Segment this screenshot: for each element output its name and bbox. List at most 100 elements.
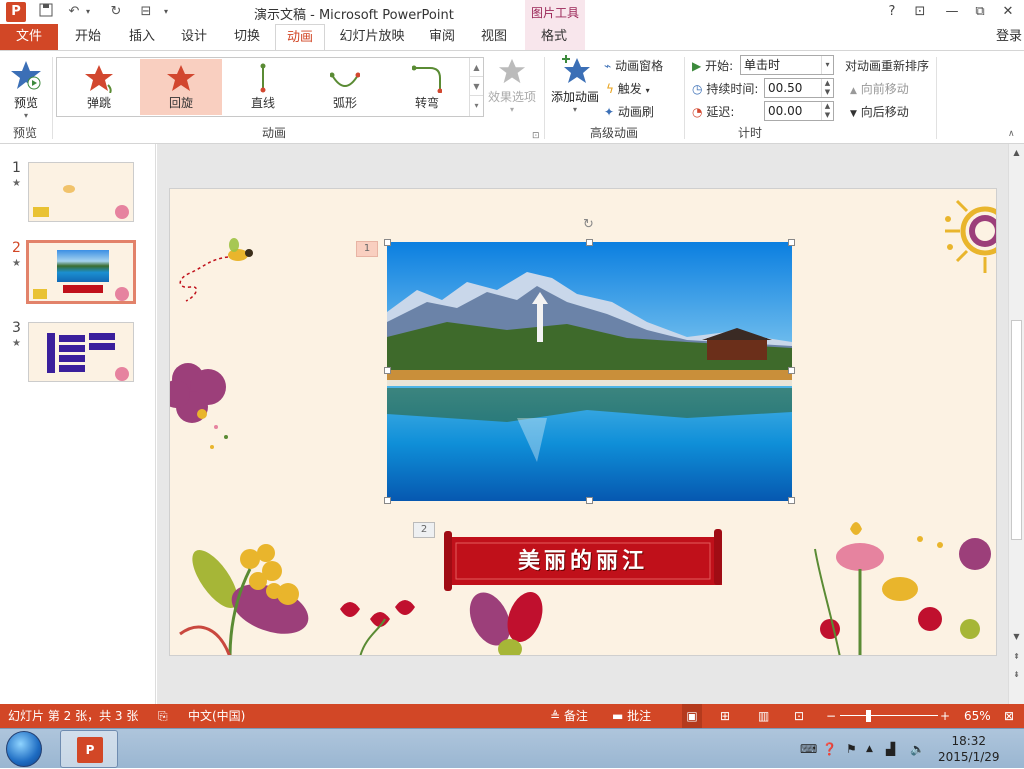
resize-handle[interactable]: [384, 497, 391, 504]
scroll-down-icon[interactable]: ▼: [1010, 630, 1023, 644]
normal-view-icon[interactable]: ▣: [682, 704, 702, 728]
zoom-level[interactable]: 65%: [964, 704, 991, 728]
delay-spinner-icon[interactable]: ▲ ▼: [821, 102, 833, 120]
undo-dropdown-icon[interactable]: ▾: [82, 3, 94, 21]
close-button[interactable]: ✕: [996, 2, 1020, 22]
help-button[interactable]: ?: [880, 2, 904, 22]
tab-animations[interactable]: 动画: [275, 24, 325, 51]
slide-sorter-icon[interactable]: ⊞: [720, 704, 730, 728]
taskbar-powerpoint[interactable]: P: [60, 730, 118, 768]
rotate-handle-icon[interactable]: ↻: [583, 217, 594, 232]
undo-icon[interactable]: ↶: [64, 3, 84, 21]
fit-slide-icon[interactable]: ⊠: [1004, 704, 1014, 728]
tab-format[interactable]: 格式: [527, 24, 581, 50]
tab-slideshow[interactable]: 幻灯片放映: [330, 24, 414, 50]
animation-pane-button[interactable]: ⌁ 动画窗格: [604, 57, 663, 74]
start-select[interactable]: 单击时 ▾: [740, 55, 834, 75]
slide-thumbnail-2[interactable]: [26, 240, 136, 304]
move-later-button[interactable]: ▼ 向后移动: [850, 103, 909, 120]
scrollbar-thumb[interactable]: [1011, 320, 1022, 540]
move-earlier-button[interactable]: ▲ 向前移动: [850, 80, 909, 97]
animation-dialog-launcher-icon[interactable]: ⊡: [532, 131, 540, 141]
network-icon[interactable]: ▟: [886, 729, 895, 769]
taskbar-clock[interactable]: 18:32 2015/1/29: [938, 733, 1000, 765]
thumbnail-flower-decor: [33, 289, 47, 299]
animation-turn[interactable]: 转弯: [386, 59, 468, 115]
animation-order-tag-2[interactable]: 2: [413, 522, 435, 538]
thumbnail-flower-decor: [33, 207, 49, 217]
delay-input[interactable]: 00.00 ▲ ▼: [764, 101, 834, 121]
animation-line[interactable]: 直线: [222, 59, 304, 115]
tab-view[interactable]: 视图: [470, 24, 518, 50]
show-hidden-icons-icon[interactable]: ▲: [866, 729, 873, 769]
vertical-scrollbar[interactable]: ▲ ▼ ⇞ ⇟: [1008, 144, 1024, 704]
spell-check-icon[interactable]: ⎘: [158, 704, 168, 728]
animation-order-tag-1[interactable]: 1: [356, 241, 378, 257]
tab-design[interactable]: 设计: [168, 24, 220, 50]
help-tray-icon[interactable]: ❓: [822, 729, 837, 769]
current-slide[interactable]: 1 ↻ 2 美丽的丽江: [169, 188, 997, 656]
start-select-dropdown-icon[interactable]: ▾: [821, 56, 833, 74]
collapse-ribbon-icon[interactable]: ∧: [1008, 129, 1015, 139]
redo-icon[interactable]: ↻: [106, 3, 126, 21]
tab-home[interactable]: 开始: [62, 24, 114, 50]
zoom-slider-thumb[interactable]: [866, 710, 871, 722]
reading-view-icon[interactable]: ▥: [758, 704, 769, 728]
minimize-button[interactable]: —: [940, 2, 964, 22]
animation-arc[interactable]: 弧形: [304, 59, 386, 115]
tab-insert[interactable]: 插入: [116, 24, 168, 50]
zoom-in-icon[interactable]: +: [940, 704, 950, 728]
gallery-up-icon[interactable]: ▲: [470, 58, 483, 77]
slide-thumbnail-3[interactable]: [28, 322, 134, 382]
trigger-button[interactable]: ϟ 触发 ▾: [606, 80, 650, 97]
resize-handle[interactable]: [384, 367, 391, 374]
add-animation-button[interactable]: 添加动画 ▾: [548, 55, 602, 121]
save-icon[interactable]: [36, 3, 56, 21]
keyboard-icon[interactable]: ⌨: [800, 729, 817, 769]
duration-spinner-icon[interactable]: ▲ ▼: [821, 79, 833, 97]
ribbon-display-options-button[interactable]: ⊡: [908, 2, 932, 22]
previous-slide-icon[interactable]: ⇞: [1010, 650, 1023, 664]
present-from-start-icon[interactable]: ⊟: [136, 3, 156, 21]
animation-swivel[interactable]: 回旋: [140, 59, 222, 115]
language-indicator[interactable]: 中文(中国): [188, 704, 245, 728]
tab-review[interactable]: 审阅: [418, 24, 466, 50]
next-slide-icon[interactable]: ⇟: [1010, 668, 1023, 682]
lijiang-photo[interactable]: [387, 242, 792, 501]
volume-icon[interactable]: 🔈: [910, 729, 925, 769]
action-center-icon[interactable]: ⚑: [846, 729, 857, 769]
login-link[interactable]: 登录: [996, 24, 1022, 50]
windows-taskbar: P ⌨ ❓ ⚑ ▲ ▟ 🔈 18:32 2015/1/29: [0, 728, 1024, 768]
scroll-up-icon[interactable]: ▲: [1010, 146, 1023, 160]
animation-swivel-label: 回旋: [168, 96, 193, 110]
comments-button[interactable]: ▬ 批注: [612, 704, 651, 728]
zoom-out-icon[interactable]: −: [826, 704, 836, 728]
effect-options-button[interactable]: 效果选项 ▾: [486, 55, 538, 121]
powerpoint-taskbar-icon: P: [77, 737, 103, 763]
customize-toolbar-icon[interactable]: ▾: [160, 3, 172, 21]
resize-handle[interactable]: [586, 497, 593, 504]
delay-value: 00.00: [768, 104, 803, 118]
preview-button[interactable]: 预览 ▾: [4, 55, 48, 121]
zoom-slider[interactable]: [840, 715, 938, 716]
resize-handle[interactable]: [384, 239, 391, 246]
gallery-more-icon[interactable]: ▾: [470, 96, 483, 115]
animation-painter-button[interactable]: ✦ 动画刷: [604, 103, 654, 120]
resize-handle[interactable]: [788, 367, 795, 374]
slideshow-view-icon[interactable]: ⊡: [794, 704, 804, 728]
resize-handle[interactable]: [586, 239, 593, 246]
powerpoint-logo-icon[interactable]: P: [6, 2, 26, 22]
animation-bounce[interactable]: 弹跳: [58, 59, 140, 115]
resize-handle[interactable]: [788, 239, 795, 246]
slide-thumbnail-1[interactable]: [28, 162, 134, 222]
title-banner[interactable]: 美丽的丽江: [444, 529, 722, 591]
gallery-down-icon[interactable]: ▼: [470, 77, 483, 96]
tab-transitions[interactable]: 切换: [221, 24, 273, 50]
start-button[interactable]: [6, 731, 42, 767]
notes-button[interactable]: ≜ 备注: [550, 704, 588, 728]
duration-input[interactable]: 00.50 ▲ ▼: [764, 78, 834, 98]
maximize-button[interactable]: ⧉: [968, 2, 992, 22]
resize-handle[interactable]: [788, 497, 795, 504]
tab-file[interactable]: 文件: [0, 24, 58, 50]
banner-title-text: 美丽的丽江: [517, 548, 648, 574]
